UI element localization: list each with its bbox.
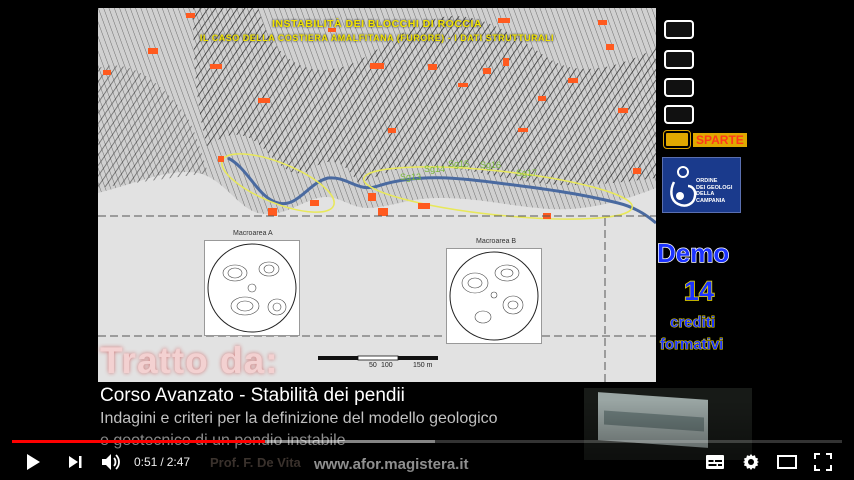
- scale-label: 50: [369, 362, 377, 369]
- demo-label: Demo: [656, 237, 730, 269]
- stereonet-label: Macroarea A: [233, 230, 273, 237]
- logo-emblem-icon: [670, 166, 697, 207]
- time-display: 0:51/2:47: [134, 455, 191, 469]
- settings-icon: [743, 454, 759, 470]
- theater-mode-button[interactable]: [775, 451, 799, 473]
- website-url: www.afor.magistera.it: [314, 456, 469, 473]
- subtitles-icon: [706, 455, 724, 469]
- tratto-heading: Tratto da:: [100, 340, 279, 381]
- course-subtitle-line1: Indagini e criteri per la definizione de…: [100, 410, 498, 427]
- volume-button[interactable]: [99, 451, 123, 473]
- scale-label: 100: [381, 362, 393, 369]
- next-button[interactable]: [63, 451, 87, 473]
- zone-label: Sg17: [516, 168, 538, 178]
- current-time: 0:51: [134, 455, 158, 469]
- menu-button: [664, 50, 694, 69]
- scale-label: 150 m: [413, 362, 433, 369]
- progress-bar[interactable]: [12, 440, 842, 443]
- contour-map: [98, 8, 656, 382]
- fullscreen-button[interactable]: [811, 451, 835, 473]
- zone-label: Sg16: [480, 160, 502, 170]
- sparte-badge: SPARTE: [663, 130, 747, 149]
- logo-text: ORDINE DEI GEOLOGI DELLA CAMPANIA: [696, 178, 733, 204]
- theater-icon: [777, 455, 797, 469]
- ordine-geologi-logo: ORDINE DEI GEOLOGI DELLA CAMPANIA: [662, 157, 741, 213]
- sparte-label: SPARTE: [693, 132, 747, 147]
- course-title: Corso Avanzato - Stabilità dei pendii: [100, 385, 405, 406]
- credits-label-formativi: formativi: [659, 336, 724, 354]
- volume-icon: [102, 454, 120, 470]
- credits-number: 14: [683, 275, 715, 307]
- sparte-icon: [663, 130, 691, 149]
- presentation-thumbnail: [584, 388, 752, 460]
- duration: 2:47: [166, 455, 191, 469]
- play-icon: [27, 454, 40, 470]
- menu-button: [664, 78, 694, 97]
- slide-subtitle: IL CASO DELLA COSTIERA AMALFITANA (FUROR…: [199, 33, 555, 43]
- presenter-name: Prof. F. De Vita: [210, 455, 301, 470]
- menu-button: [664, 105, 694, 124]
- slide-title: INSTABILITÀ DEI BLOCCHI DI ROCCIA: [272, 18, 482, 30]
- fullscreen-icon: [814, 453, 832, 471]
- progress-played: [12, 440, 266, 443]
- menu-button: [664, 20, 694, 39]
- video-player[interactable]: INSTABILITÀ DEI BLOCCHI DI ROCCIA IL CAS…: [0, 0, 854, 480]
- zone-label: Sg14: [424, 164, 446, 174]
- credits-label: crediti: [669, 314, 716, 332]
- slide-map: INSTABILITÀ DEI BLOCCHI DI ROCCIA IL CAS…: [98, 8, 656, 382]
- play-button[interactable]: [21, 451, 45, 473]
- stereonet-label: Macroarea B: [476, 238, 517, 245]
- zone-label: Sg13: [400, 172, 422, 182]
- stereonet-a: [204, 240, 300, 336]
- zone-label: Sg15: [448, 159, 470, 169]
- subtitles-button[interactable]: [703, 451, 727, 473]
- stereonet-b: [446, 248, 542, 344]
- next-icon: [69, 456, 82, 468]
- settings-button[interactable]: [739, 451, 763, 473]
